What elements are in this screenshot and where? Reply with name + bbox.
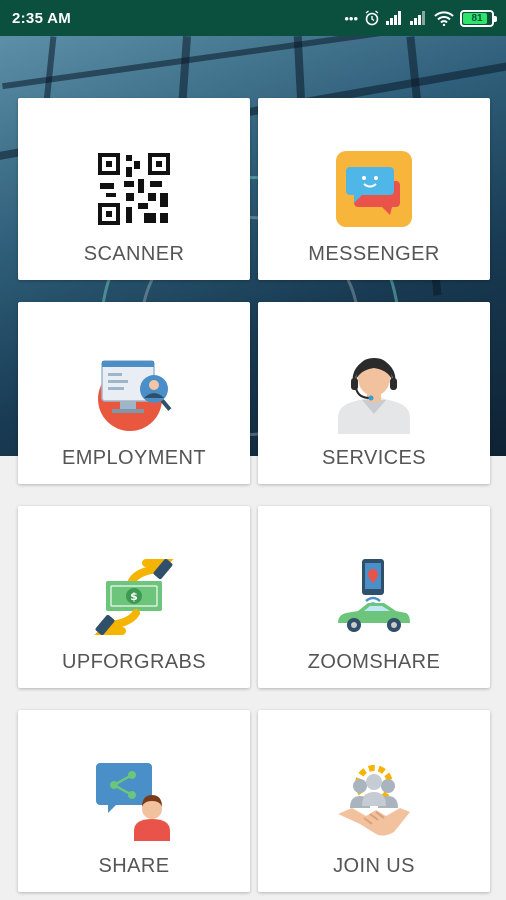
services-label: SERVICES <box>322 447 426 469</box>
status-bar: 2:35 AM ••• 81 <box>0 0 506 36</box>
upforgrabs-card[interactable]: $ UPFORGRABS <box>18 506 250 688</box>
share-label: SHARE <box>98 855 170 877</box>
status-icons: ••• 81 <box>344 9 497 27</box>
signal-icon <box>386 11 401 25</box>
zoomshare-label: ZOOMSHARE <box>307 651 441 673</box>
status-time: 2:35 AM <box>12 9 72 27</box>
signal-icon <box>410 11 425 25</box>
battery-icon: 81 <box>460 9 497 27</box>
alarm-icon <box>365 10 379 26</box>
handshake-team-icon <box>333 760 415 842</box>
ride-share-car-icon <box>333 556 415 638</box>
qr-code-icon <box>93 148 175 230</box>
share-user-icon <box>93 760 175 842</box>
scanner-label: SCANNER <box>83 243 185 265</box>
svg-text:$: $ <box>130 590 138 603</box>
notification-dots: ••• <box>344 10 358 26</box>
employment-label: EMPLOYMENT <box>61 447 207 469</box>
wifi-icon <box>434 10 454 26</box>
customer-support-icon <box>333 352 415 434</box>
join-us-card[interactable]: JOIN US <box>258 710 490 892</box>
money-exchange-icon: $ <box>93 556 175 638</box>
share-card[interactable]: SHARE <box>18 710 250 892</box>
services-card[interactable]: SERVICES <box>258 302 490 484</box>
job-profile-icon <box>93 352 175 434</box>
chat-bubbles-icon <box>333 148 415 230</box>
employment-card[interactable]: EMPLOYMENT <box>18 302 250 484</box>
battery-level: 81 <box>471 12 483 24</box>
join-us-label: JOIN US <box>333 855 415 877</box>
messenger-label: MESSENGER <box>308 243 440 265</box>
upforgrabs-label: UPFORGRABS <box>61 651 207 673</box>
messenger-card[interactable]: MESSENGER <box>258 98 490 280</box>
scanner-card[interactable]: SCANNER <box>18 98 250 280</box>
zoomshare-card[interactable]: ZOOMSHARE <box>258 506 490 688</box>
